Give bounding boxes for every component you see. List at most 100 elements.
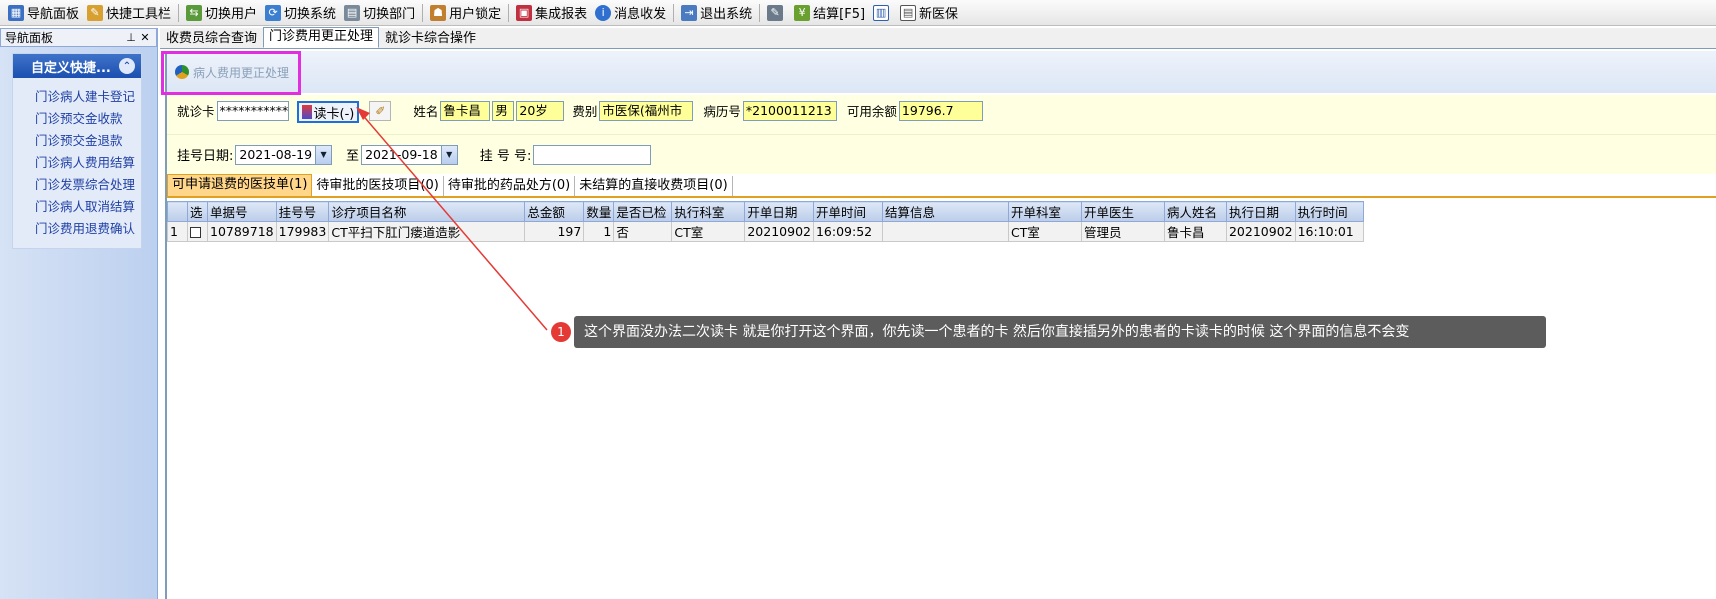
- toolbar-edit[interactable]: ✎: [763, 2, 790, 24]
- cell-checked: 否: [613, 221, 673, 242]
- grid-header[interactable]: 选: [187, 201, 208, 222]
- toolbar-message[interactable]: i 消息收发: [591, 2, 670, 24]
- nav-link[interactable]: 门诊病人取消结算: [13, 196, 141, 218]
- toolbar-window[interactable]: ▥: [869, 2, 896, 24]
- cell-qty: 1: [583, 221, 615, 242]
- grid-header[interactable]: 病人姓名: [1163, 201, 1227, 222]
- navigation-panel: 导航面板 ⊥ ✕ 自定义快捷... ⌃ 门诊病人建卡登记 门诊预交金收款 门诊预…: [0, 28, 158, 599]
- grid-header[interactable]: 是否已检: [613, 201, 673, 222]
- grid-header-row: 选 单据号 挂号号 诊疗项目名称 总金额 数量 是否已检 执行科室 开单日期 开…: [167, 201, 1364, 222]
- fee-type-value: 市医保(福州市: [599, 101, 694, 121]
- tab-cashier-query[interactable]: 收费员综合查询: [160, 29, 263, 48]
- toolbar-nav-panel[interactable]: ▦ 导航面板: [4, 2, 83, 24]
- grid-header[interactable]: 开单医生: [1080, 201, 1165, 222]
- clear-brush-button[interactable]: ✐: [369, 101, 392, 121]
- tab-pending-prescriptions[interactable]: 待审批的药品处方(0): [444, 176, 576, 196]
- balance-label: 可用余额: [846, 104, 897, 119]
- cell-exec-dept: CT室: [671, 221, 746, 242]
- cell-bill-no: 10789718: [207, 221, 277, 242]
- read-card-button[interactable]: 读卡(-): [296, 101, 360, 123]
- toolbar-exit[interactable]: ⇥ 退出系统: [677, 2, 756, 24]
- message-icon: i: [595, 4, 612, 21]
- grid-header[interactable]: 执行日期: [1225, 201, 1296, 222]
- shortcut-toolbar-icon: ✎: [87, 4, 104, 21]
- grid-header[interactable]: 数量: [583, 201, 615, 222]
- nav-panel-title: 导航面板: [5, 31, 54, 45]
- grid-header[interactable]: 开单科室: [1007, 201, 1082, 222]
- nav-group-custom: 自定义快捷... ⌃ 门诊病人建卡登记 门诊预交金收款 门诊预交金退款 门诊病人…: [12, 53, 142, 249]
- grid-header[interactable]: 诊疗项目名称: [328, 201, 526, 222]
- toolbar-shortcut[interactable]: ✎ 快捷工具栏: [83, 2, 175, 24]
- item-tabs: 可申请退费的医技单(1) 待审批的医技项目(0) 待审批的药品处方(0) 未结算…: [167, 174, 1716, 198]
- tab-fee-correction[interactable]: 门诊费用更正处理: [263, 27, 380, 48]
- nav-group-header[interactable]: 自定义快捷... ⌃: [13, 54, 141, 78]
- nav-link[interactable]: 门诊发票综合处理: [13, 174, 141, 196]
- grid-header[interactable]: 结算信息: [881, 201, 1009, 222]
- nav-link[interactable]: 门诊预交金退款: [13, 130, 141, 152]
- date-from-picker[interactable]: 2021-08-19 ▼: [235, 144, 333, 165]
- toolbar-switch-department[interactable]: ▤ 切换部门: [340, 2, 419, 24]
- filter-row: 挂号日期: 2021-08-19 ▼ 至 2021-09-18 ▼ 挂 号 号:: [167, 134, 1716, 174]
- grid-header[interactable]: 开单时间: [812, 201, 883, 222]
- checkbox[interactable]: [190, 227, 201, 238]
- patient-sex: 男: [492, 101, 515, 121]
- grid-header[interactable]: 挂号号: [275, 201, 330, 222]
- nav-link[interactable]: 门诊病人建卡登记: [13, 86, 141, 108]
- user-lock-icon: ☗: [430, 4, 447, 21]
- nav-link-list: 门诊病人建卡登记 门诊预交金收款 门诊预交金退款 门诊病人费用结算 门诊发票综合…: [13, 78, 141, 248]
- nav-link[interactable]: 门诊费用退费确认: [13, 218, 141, 240]
- cell-order-dept: CT室: [1007, 221, 1082, 242]
- toolbar-report[interactable]: ▣ 集成报表: [512, 2, 591, 24]
- module-tabs: 收费员综合查询 门诊费用更正处理 就诊卡综合操作: [160, 27, 1716, 49]
- brush-icon: ✐: [375, 104, 386, 118]
- report-icon: ▣: [516, 4, 533, 21]
- chevron-down-icon[interactable]: ▼: [440, 145, 457, 164]
- patient-age: 20岁: [516, 101, 565, 121]
- reg-no-input[interactable]: [533, 144, 652, 165]
- cell-exec-time: 16:10:01: [1294, 221, 1364, 242]
- balance-value: 19796.7: [898, 101, 983, 121]
- pin-icon[interactable]: ⊥: [124, 31, 138, 44]
- cell-patient-name: 鲁卡昌: [1163, 221, 1227, 242]
- toolbar-separator: [759, 3, 761, 22]
- cell-reg-no: 179983: [275, 221, 330, 242]
- reg-date-label: 挂号日期:: [177, 149, 234, 164]
- grid-header[interactable]: 开单日期: [744, 201, 814, 222]
- tab-pending-tech-items[interactable]: 待审批的医技项目(0): [312, 176, 444, 196]
- annotation-callout: 这个界面没办法二次读卡 就是你打开这个界面，你先读一个患者的卡 然后你直接插另外…: [574, 316, 1546, 348]
- toolbar-separator: [508, 3, 510, 22]
- toolbar-settle[interactable]: ¥ 结算[F5]: [790, 2, 869, 24]
- tab-card-operations[interactable]: 就诊卡综合操作: [379, 29, 482, 48]
- tab-refundable-items[interactable]: 可申请退费的医技单(1): [167, 174, 313, 196]
- cell-exec-date: 20210902: [1225, 221, 1296, 242]
- panel-title-bar: 病人费用更正处理: [167, 51, 1716, 93]
- switch-user-icon: ⇆: [186, 4, 203, 21]
- pencil-icon: ✎: [767, 4, 784, 21]
- cell-settle-info: [881, 221, 1009, 242]
- card-input[interactable]: ***********: [216, 101, 289, 121]
- toolbar-switch-system[interactable]: ⟳ 切换系统: [261, 2, 340, 24]
- close-icon[interactable]: ✕: [138, 31, 152, 44]
- collapse-icon[interactable]: ⌃: [119, 58, 135, 74]
- toolbar-new-insurance[interactable]: ▤ 新医保: [896, 2, 962, 24]
- cell-order-time: 16:09:52: [812, 221, 883, 242]
- grid-header[interactable]: 执行时间: [1294, 201, 1364, 222]
- date-to-picker[interactable]: 2021-09-18 ▼: [361, 144, 458, 165]
- chevron-down-icon[interactable]: ▼: [315, 145, 332, 164]
- toolbar-user-lock[interactable]: ☗ 用户锁定: [426, 2, 505, 24]
- row-select-checkbox[interactable]: [187, 221, 208, 242]
- grid-header[interactable]: 单据号: [207, 201, 277, 222]
- nav-link[interactable]: 门诊预交金收款: [13, 108, 141, 130]
- cell-order-date: 20210902: [744, 221, 814, 242]
- grid-header[interactable]: 总金额: [524, 201, 585, 222]
- toolbar-switch-user[interactable]: ⇆ 切换用户: [182, 2, 261, 24]
- tab-unsettled-items[interactable]: 未结算的直接收费项目(0): [575, 176, 733, 196]
- switch-system-icon: ⟳: [265, 4, 282, 21]
- grid-header[interactable]: 执行科室: [671, 201, 746, 222]
- name-label: 姓名: [413, 104, 439, 119]
- record-no-value: *2100011213: [742, 101, 837, 121]
- table-row[interactable]: 1 10789718 179983 CT平扫下肛门瘘道造影 197 1 否 CT…: [167, 221, 1364, 242]
- nav-link[interactable]: 门诊病人费用结算: [13, 152, 141, 174]
- cell-item-name: CT平扫下肛门瘘道造影: [328, 221, 526, 242]
- reg-no-label: 挂 号 号:: [479, 149, 532, 164]
